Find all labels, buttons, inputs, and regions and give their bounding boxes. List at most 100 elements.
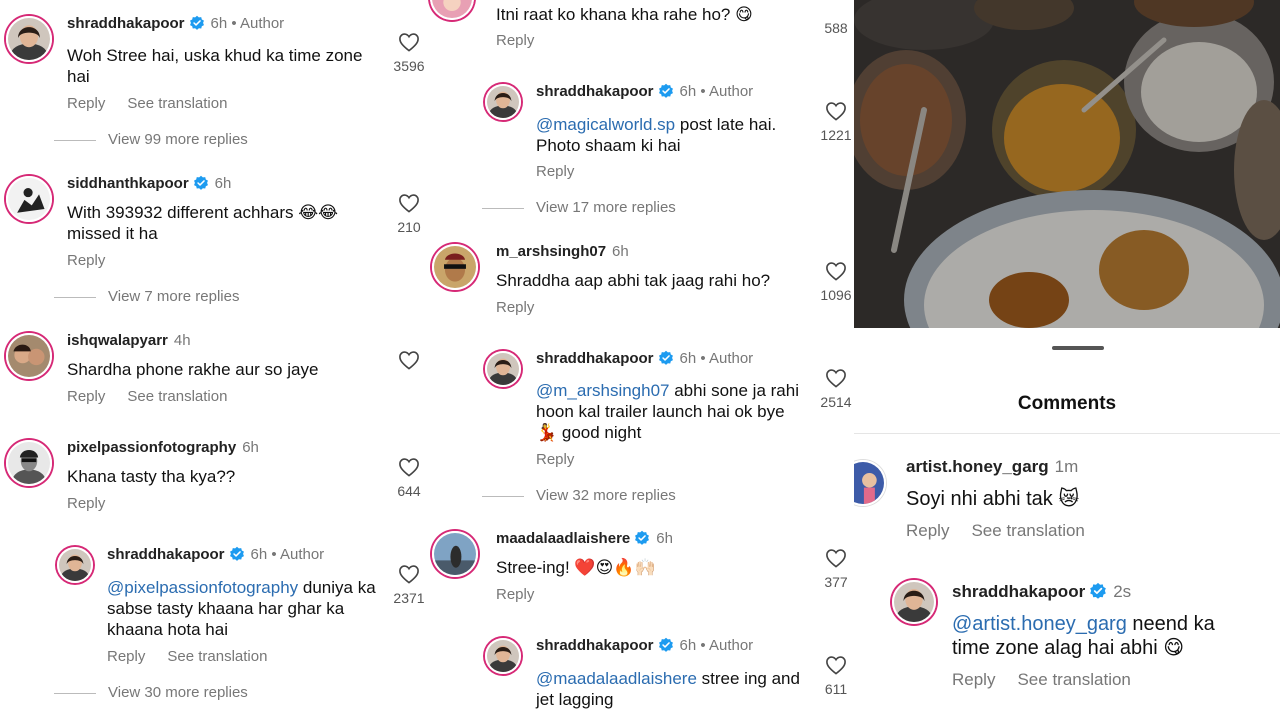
like-button[interactable]: 588 — [816, 0, 854, 36]
comment-header: shraddhakapoor 6h • Author — [536, 350, 753, 367]
comment-header: maadalaadlaishere 6h — [496, 530, 673, 547]
like-button[interactable]: 644 — [389, 457, 428, 499]
timestamp: 2s — [1113, 582, 1132, 601]
see-translation-button[interactable]: See translation — [1017, 670, 1130, 689]
comments-panel-middle: Itni raat ko khana kha rahe ho? 😋 Reply … — [428, 0, 854, 720]
food-image — [854, 0, 1280, 328]
comment-text: With 393932 different achhars 😂😂 missed … — [67, 203, 338, 243]
mention-link[interactable]: @pixelpassionfotography — [107, 578, 298, 597]
username[interactable]: pixelpassionfotography — [67, 439, 236, 456]
like-count: 377 — [824, 574, 848, 590]
avatar[interactable] — [854, 460, 886, 506]
view-more-replies[interactable]: View 32 more replies — [482, 487, 676, 504]
username[interactable]: siddhanthkapoor — [67, 175, 189, 192]
mention-link[interactable]: @artist.honey_garg — [952, 613, 1127, 635]
reply-button[interactable]: Reply — [67, 95, 105, 112]
comment-text: Woh Stree hai, uska khud ka time zone ha… — [67, 46, 363, 86]
username[interactable]: shraddhakapoor — [107, 546, 225, 563]
avatar[interactable] — [485, 351, 521, 387]
sheet-drag-handle[interactable] — [1052, 346, 1104, 350]
avatar[interactable] — [432, 531, 478, 577]
avatar[interactable] — [432, 244, 478, 290]
mention-link[interactable]: @magicalworld.sp — [536, 115, 675, 134]
verified-badge-icon — [1089, 582, 1107, 600]
comments-panel-left: shraddhakapoor 6h • Author Woh Stree hai,… — [0, 0, 428, 720]
see-translation-button[interactable]: See translation — [971, 521, 1084, 540]
like-button[interactable]: 210 — [389, 193, 428, 235]
like-button[interactable]: 1221 — [816, 101, 854, 143]
username[interactable]: maadalaadlaishere — [496, 530, 630, 547]
like-count: 588 — [824, 20, 848, 36]
author-label: • Author — [700, 637, 754, 654]
reply-button[interactable]: Reply — [67, 252, 105, 269]
reply-button[interactable]: Reply — [496, 32, 534, 49]
see-translation-button[interactable]: See translation — [127, 388, 227, 405]
username[interactable]: shraddhakapoor — [536, 637, 654, 654]
timestamp: 6h — [242, 439, 259, 456]
like-button[interactable]: 377 — [816, 548, 854, 590]
like-button[interactable]: 2371 — [389, 564, 428, 606]
like-button[interactable] — [389, 350, 428, 376]
timestamp: 6h — [612, 243, 629, 260]
heart-icon — [825, 368, 847, 388]
avatar[interactable] — [485, 638, 521, 674]
avatar[interactable] — [6, 176, 52, 222]
comment-text: @pixelpassionfotography duniya ka sabse … — [107, 577, 379, 640]
reply-button[interactable]: Reply — [496, 586, 534, 603]
view-more-replies-label: View 17 more replies — [536, 199, 676, 216]
comment-text: @magicalworld.sp post late hai. Photo sh… — [536, 114, 806, 156]
mention-link[interactable]: @maadalaadlaishere — [536, 669, 697, 688]
reply-button[interactable]: Reply — [952, 670, 995, 689]
comment-text: Stree-ing! ❤️😍🔥🙌🏻 — [496, 558, 656, 577]
username[interactable]: m_arshsingh07 — [496, 243, 606, 260]
username[interactable]: shraddhakapoor — [536, 83, 654, 100]
reply-button[interactable]: Reply — [536, 163, 574, 180]
username[interactable]: ishqwalapyarr — [67, 332, 168, 349]
reply-button[interactable]: Reply — [107, 648, 145, 665]
username[interactable]: shraddhakapoor — [536, 350, 654, 367]
like-count: 2371 — [393, 590, 425, 606]
view-more-replies-label: View 99 more replies — [108, 131, 248, 148]
username[interactable]: artist.honey_garg — [906, 457, 1049, 476]
avatar[interactable] — [6, 440, 52, 486]
author-label: • Author — [271, 546, 325, 563]
like-count: 3596 — [393, 58, 425, 74]
reply-button[interactable]: Reply — [496, 299, 534, 316]
like-button[interactable]: 2514 — [816, 368, 854, 410]
heart-icon — [398, 32, 420, 52]
avatar[interactable] — [485, 84, 521, 120]
comment-actions: Reply See translation — [107, 648, 289, 665]
author-label: • Author — [700, 350, 754, 367]
like-button[interactable]: 3596 — [389, 32, 428, 74]
comment-header: shraddhakapoor 6h • Author — [107, 546, 324, 563]
avatar[interactable] — [6, 333, 52, 379]
like-button[interactable]: 1096 — [816, 261, 854, 303]
view-more-replies[interactable]: View 7 more replies — [54, 288, 239, 305]
timestamp: 6h — [210, 15, 228, 32]
post-photo[interactable] — [854, 0, 1280, 328]
view-more-replies[interactable]: View 30 more replies — [54, 684, 248, 701]
see-translation-button[interactable]: See translation — [127, 95, 227, 112]
timestamp: 4h — [173, 332, 191, 349]
comment-text: Itni raat ko khana kha rahe ho? 😋 — [496, 5, 753, 24]
heart-icon — [825, 101, 847, 121]
reply-button[interactable]: Reply — [906, 521, 949, 540]
username[interactable]: shraddhakapoor — [67, 15, 185, 32]
mention-link[interactable]: @m_arshsingh07 — [536, 381, 670, 400]
avatar[interactable] — [430, 0, 474, 20]
avatar[interactable] — [6, 16, 52, 62]
reply-button[interactable]: Reply — [67, 388, 105, 405]
view-more-replies[interactable]: View 99 more replies — [54, 131, 248, 148]
username[interactable]: shraddhakapoor — [952, 582, 1085, 601]
reply-button[interactable]: Reply — [536, 451, 574, 468]
view-more-replies-label: View 32 more replies — [536, 487, 676, 504]
see-translation-button[interactable]: See translation — [167, 648, 267, 665]
comment-text: @maadalaadlaishere stree ing and jet lag… — [536, 668, 808, 710]
avatar[interactable] — [57, 547, 93, 583]
avatar[interactable] — [892, 580, 936, 624]
reply-button[interactable]: Reply — [67, 495, 105, 512]
view-more-replies[interactable]: View 17 more replies — [482, 199, 676, 216]
like-button[interactable]: 611 — [816, 655, 854, 697]
heart-icon — [398, 193, 420, 213]
comment-header: shraddhakapoor 2s — [952, 582, 1131, 602]
